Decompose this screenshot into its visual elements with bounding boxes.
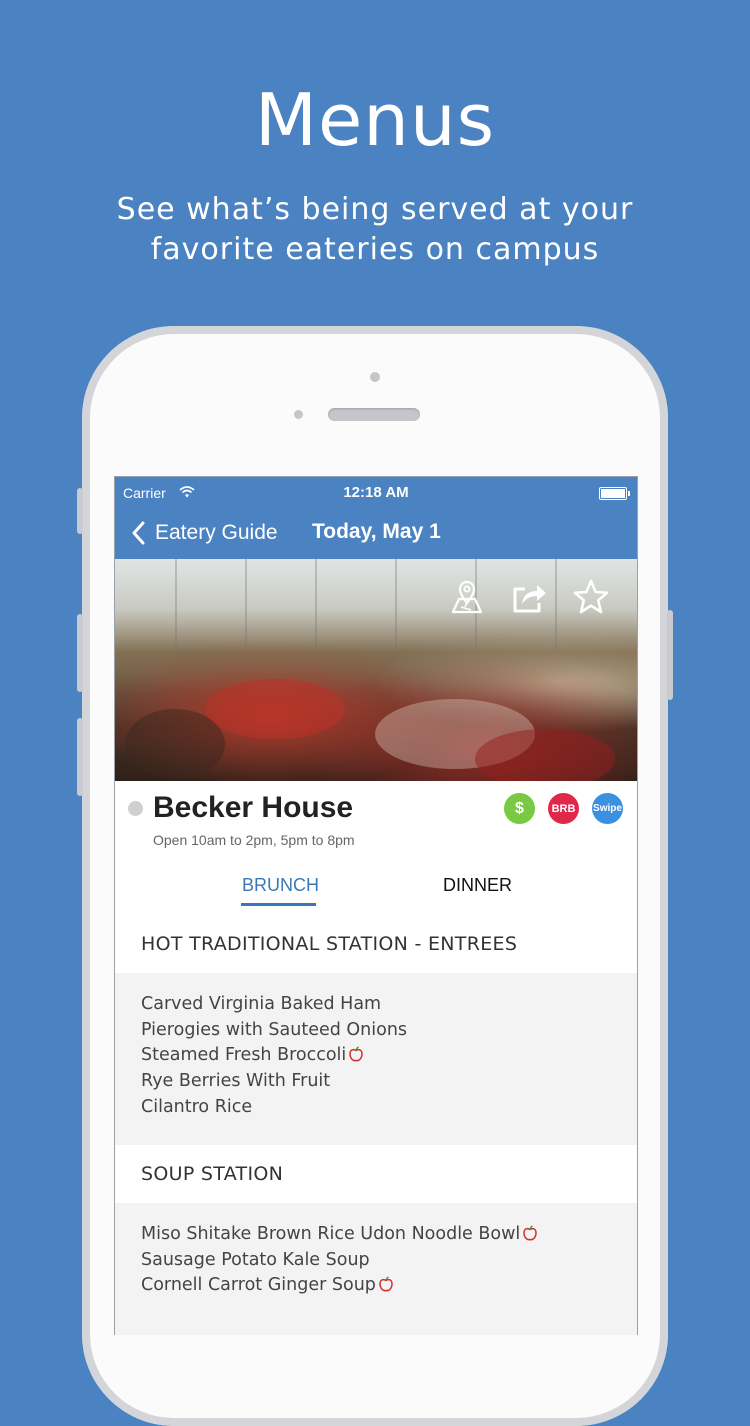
map-pin-icon[interactable]: [447, 577, 487, 617]
back-button-label: Eatery Guide: [155, 521, 278, 544]
back-button[interactable]: Eatery Guide: [129, 517, 278, 549]
payment-cash-badge: $: [504, 793, 535, 824]
phone-camera: [294, 410, 303, 419]
status-time: 12:18 AM: [343, 484, 409, 501]
app-screen: Carrier 12:18 AM Eatery Guide Today, May…: [114, 476, 638, 1335]
healthy-apple-icon: [349, 1046, 364, 1062]
tab-selected-indicator: [241, 903, 316, 906]
hero-actions: [447, 577, 611, 617]
menu-item: Carved Virginia Baked Ham: [141, 994, 382, 1014]
payment-swipe-badge: Swipe: [592, 793, 623, 824]
menu-item: Steamed Fresh Broccoli: [141, 1043, 407, 1069]
payment-brb-badge: BRB: [548, 793, 579, 824]
eatery-photo: [115, 559, 637, 781]
phone-sensor: [370, 372, 380, 382]
section-menu: Miso Shitake Brown Rice Udon Noodle Bowl…: [115, 1203, 637, 1335]
phone-speaker: [328, 408, 420, 421]
section-header: HOT TRADITIONAL STATION - ENTREES: [115, 909, 637, 973]
menu-item: Cilantro Rice: [141, 1096, 253, 1117]
eatery-hours: Open 10am to 2pm, 5pm to 8pm: [153, 832, 355, 848]
tab-dinner[interactable]: DINNER: [443, 875, 512, 896]
section-title: SOUP STATION: [141, 1163, 284, 1185]
nav-title: Today, May 1: [312, 520, 441, 543]
nav-bar: Carrier 12:18 AM Eatery Guide Today, May…: [115, 477, 637, 559]
promo-title: Menus: [254, 78, 496, 162]
phone-volume-down: [77, 718, 83, 796]
menu-item: Miso Shitake Brown Rice Udon Noodle Bowl: [141, 1222, 538, 1248]
phone-power-button: [667, 610, 673, 700]
share-icon[interactable]: [509, 577, 549, 617]
battery-icon: [599, 487, 630, 500]
phone-mute-switch: [77, 488, 83, 534]
section-menu: Carved Virginia Baked Ham Pierogies with…: [115, 973, 637, 1145]
tab-brunch[interactable]: BRUNCH: [242, 875, 319, 896]
menu-item: Pierogies with Sauteed Onions: [141, 1019, 408, 1040]
open-status-indicator: [128, 801, 143, 816]
healthy-apple-icon: [379, 1276, 393, 1292]
star-icon[interactable]: [571, 577, 611, 617]
section-header: SOUP STATION: [115, 1145, 637, 1203]
section-title: HOT TRADITIONAL STATION - ENTREES: [141, 933, 518, 955]
menu-list: Carved Virginia Baked Ham Pierogies with…: [141, 992, 407, 1121]
menu-item: Cornell Carrot Ginger Soup: [141, 1273, 537, 1299]
menu-item: Sausage Potato Kale Soup: [141, 1249, 370, 1270]
promo-subtitle: See what’s being served at your favorite…: [116, 192, 634, 267]
healthy-apple-icon: [523, 1225, 538, 1241]
menu-list: Miso Shitake Brown Rice Udon Noodle Bowl…: [141, 1222, 538, 1299]
chevron-left-icon: [132, 521, 145, 545]
phone-volume-up: [77, 614, 83, 692]
menu-item: Rye Berries With Fruit: [141, 1071, 331, 1092]
eatery-name: Becker House: [153, 791, 354, 824]
